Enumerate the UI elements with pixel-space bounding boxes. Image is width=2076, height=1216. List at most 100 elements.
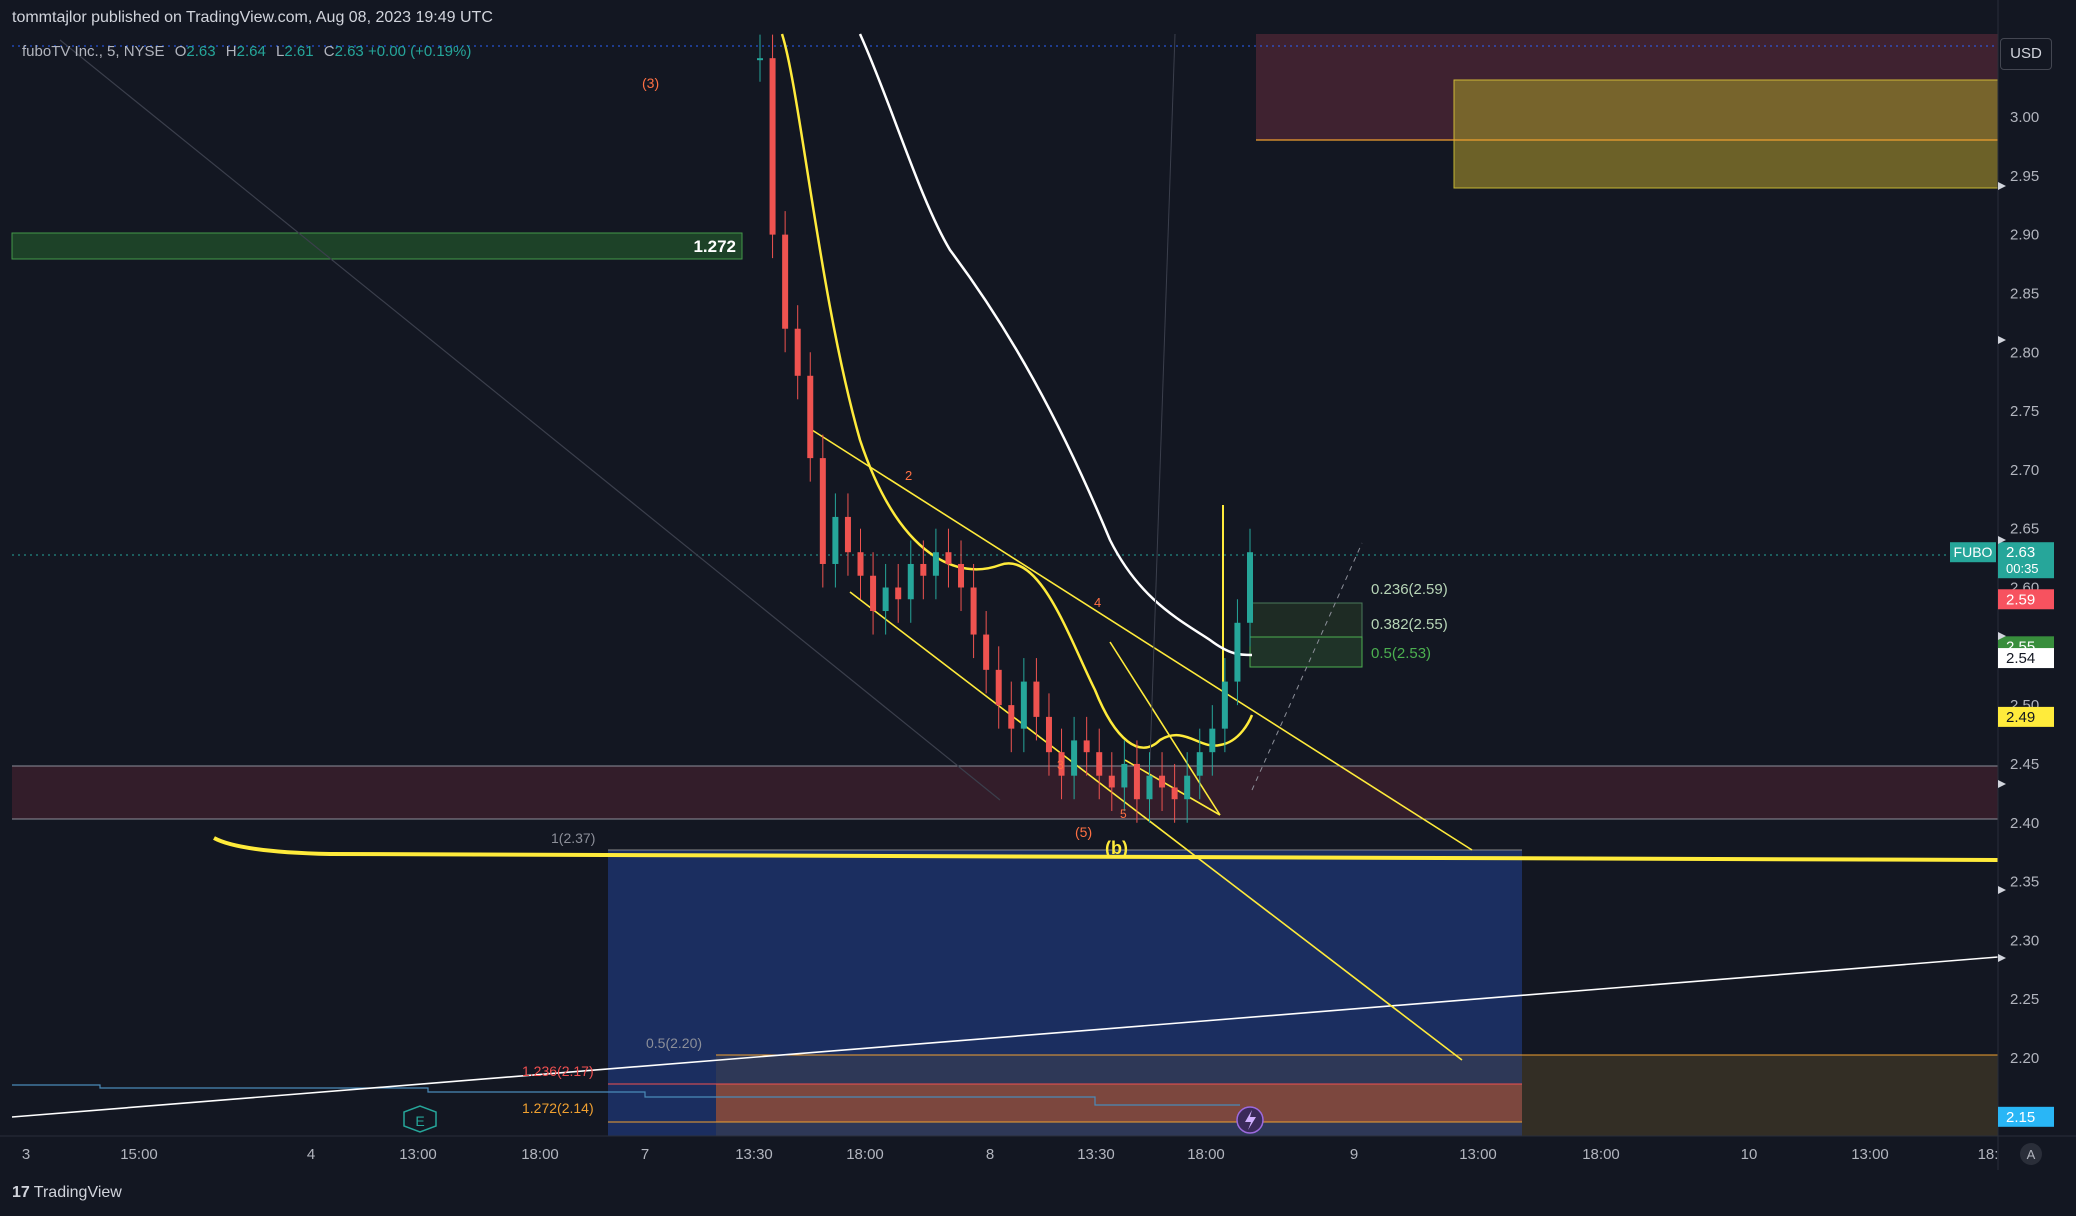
x-tick-label: 8: [986, 1146, 994, 1163]
candle-body: [832, 516, 839, 564]
price-label-text: 2.15: [2006, 1109, 2035, 1126]
open-label: O: [174, 43, 187, 60]
demand-zone: [12, 766, 1998, 819]
candle-body: [819, 458, 826, 564]
price-labels: 2.6300:35FUBO2.592.552.542.492.15: [1950, 542, 2054, 1127]
candle-body: [757, 58, 763, 61]
candle-body: [920, 563, 927, 576]
candle-body: [1234, 622, 1241, 682]
y-tick-label: 2.75: [2010, 403, 2039, 420]
price-label-text: 2.54: [2006, 650, 2035, 667]
candle-body: [1071, 740, 1078, 776]
price-label-countdown: 00:35: [2006, 561, 2039, 576]
candle-body: [932, 552, 939, 576]
candle-body: [807, 375, 814, 459]
candle-body: [895, 587, 902, 600]
wave-label-3: 3: [1057, 758, 1064, 772]
candle-body: [844, 516, 851, 553]
x-tick-label: 18:00: [1187, 1146, 1225, 1163]
earnings-marker[interactable]: E: [403, 1105, 437, 1133]
fib-right-box-1: [1249, 602, 1363, 638]
candle-body: [1171, 787, 1178, 800]
y-tick-label: 2.70: [2010, 462, 2039, 479]
candle-body: [1247, 552, 1253, 623]
wave-label-2: 2: [905, 468, 912, 483]
x-tick-label: 9: [1350, 1146, 1358, 1163]
x-tick-label: 13:00: [399, 1146, 437, 1163]
price-label-text: 2.59: [2006, 591, 2035, 608]
candle-body: [1096, 752, 1103, 776]
candle-body: [794, 328, 801, 376]
x-tick-label: 18:00: [846, 1146, 884, 1163]
fib-right-236: 0.236(2.59): [1371, 581, 1448, 598]
y-tick-label: 2.80: [2010, 344, 2039, 361]
y-axis-ticks: 3.002.952.902.852.802.752.702.652.602.55…: [2010, 109, 2039, 1067]
grey-thin-vertical: [1149, 33, 1176, 761]
wave-label-3-paren: (3): [642, 75, 659, 91]
price-candles: [757, 34, 1253, 823]
x-tick-label: 4: [307, 1146, 315, 1163]
brown-projection-box: [1522, 1055, 1998, 1136]
auto-scale-icon: A: [2027, 1147, 2036, 1162]
fib-extension-label: 1.272: [693, 237, 736, 256]
x-tick-label: 7: [641, 1146, 649, 1163]
marker-arrow-icon: [1998, 886, 2006, 894]
fib-bottom-1272: 1.272(2.14): [522, 1100, 594, 1116]
candle-body: [769, 58, 776, 235]
y-tick-label: 2.90: [2010, 227, 2039, 244]
change-value: +0.00 (+0.19%): [367, 43, 472, 60]
yellow-moving-average: [780, 33, 1254, 749]
wave-label-5: 5: [1120, 807, 1127, 821]
candle-body: [1108, 775, 1115, 788]
candle-body: [970, 587, 977, 635]
grey-diagonal: [59, 39, 1001, 801]
y-tick-label: 2.25: [2010, 991, 2039, 1008]
y-tick-label: 2.85: [2010, 285, 2039, 302]
candle-body: [945, 552, 952, 564]
x-tick-label: 13:00: [1459, 1146, 1497, 1163]
publisher-header: tommtajlor published on TradingView.com,…: [12, 9, 493, 26]
x-axis-ticks: 3 15:00 4 13:00 18:00 7 13:30 18:00 8 13:30 18:00 9…: [22, 1146, 1999, 1163]
marker-arrow-icon: [1998, 336, 2006, 344]
y-tick-label: 3.00: [2010, 109, 2039, 126]
brand-footer: 17 TradingView: [12, 1184, 122, 1202]
candle-body: [995, 669, 1002, 706]
open-value: 2.63: [186, 43, 216, 60]
y-tick-label: 2.20: [2010, 1050, 2039, 1067]
svg-text:E: E: [415, 1113, 424, 1129]
currency-button[interactable]: USD: [2000, 38, 2052, 70]
lightning-event-marker[interactable]: [1236, 1106, 1264, 1134]
candle-body: [958, 563, 965, 588]
candle-body: [882, 587, 889, 612]
price-label-text: 2.63: [2006, 544, 2035, 561]
candle-body: [1209, 728, 1216, 753]
y-tick-label: 2.35: [2010, 874, 2039, 891]
x-tick-label: 13:30: [1077, 1146, 1115, 1163]
marker-arrow-icon: [1998, 182, 2006, 190]
candle-body: [1184, 775, 1191, 800]
fib-bottom-05: 0.5(2.20): [646, 1035, 702, 1051]
auto-scale-button[interactable]: A: [2020, 1143, 2042, 1165]
x-tick-label: 18:00: [1582, 1146, 1620, 1163]
low-value: 2.61: [284, 43, 314, 60]
symbol-tag-text: FUBO: [1954, 544, 1993, 560]
fib-bottom-1: 1(2.37): [551, 830, 595, 846]
close-label: C: [323, 43, 335, 60]
x-tick-label: 18:00: [521, 1146, 559, 1163]
candle-body: [907, 563, 914, 600]
x-tick-label: 15:00: [120, 1146, 158, 1163]
candle-body: [1196, 752, 1203, 776]
y-tick-label: 2.40: [2010, 815, 2039, 832]
x-tick-label: 3: [22, 1146, 30, 1163]
candle-body: [1133, 763, 1140, 800]
symbol-legend[interactable]: fuboTV Inc., 5, NYSE O2.63 H2.64 L2.61 C…: [22, 43, 471, 60]
orange-projection-box: [716, 1084, 1522, 1122]
x-tick-label: 18:: [1978, 1146, 1999, 1163]
x-tick-label: 13:30: [735, 1146, 773, 1163]
candle-body: [1008, 705, 1015, 729]
x-tick-label: 10: [1741, 1146, 1758, 1163]
tradingview-logo-icon: 17: [12, 1184, 30, 1201]
wave-label-5-paren: (5): [1075, 824, 1092, 840]
price-chart[interactable]: 3.002.952.902.852.802.752.702.652.602.55…: [0, 0, 2076, 1216]
candle-body: [870, 575, 877, 612]
